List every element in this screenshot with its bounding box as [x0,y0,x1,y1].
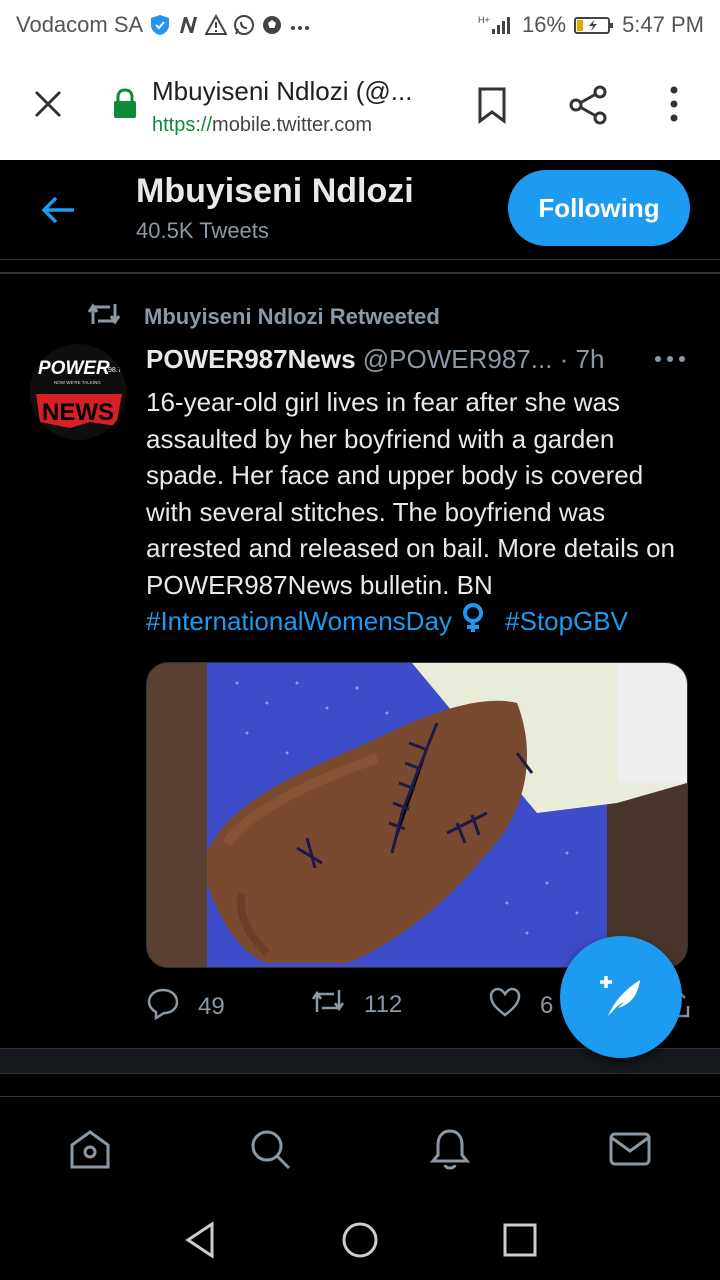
female-symbol-icon [462,603,484,643]
retweet-action[interactable]: 112 [310,986,402,1023]
logo-frequency: 98.7 [108,367,122,374]
page-title: Mbuyiseni Ndlozi (@... [152,76,413,106]
more-options-icon[interactable] [654,352,686,364]
lock-icon[interactable] [112,88,138,120]
retweeted-by-label: Mbuyiseni Ndlozi Retweeted [144,304,440,329]
url-scheme: https:// [152,114,213,136]
tweet-text: 16-year-old girl lives in fear after she… [146,384,696,643]
network-type-label: H+ [478,15,490,25]
recents-square-icon[interactable] [500,1220,540,1260]
reply-action[interactable]: 49 [146,986,225,1027]
retweet-icon [310,986,346,1023]
profile-name: Mbuyiseni Ndlozi [136,172,414,210]
retweet-count: 112 [364,990,403,1018]
back-triangle-icon[interactable] [182,1220,222,1260]
power987news-logo-icon: POWER 98.7 NOW WE'RE TALKING NEWS [30,344,126,440]
hashtag-international-womens-day[interactable]: #InternationalWomensDay [146,606,452,636]
reply-icon [146,986,180,1027]
system-navigation [0,1198,720,1280]
more-dots-icon [289,14,311,36]
status-bar: Vodacom SA H+ 16% 5:47 PM [0,0,720,50]
status-right: H+ 16% 5:47 PM [478,12,704,38]
clock: 5:47 PM [622,12,704,37]
avatar[interactable]: POWER 98.7 NOW WE'RE TALKING NEWS [30,344,126,440]
close-icon[interactable] [30,86,66,122]
bookmark-icon[interactable] [476,86,508,124]
logo-power: POWER [38,358,110,379]
warning-icon [205,14,228,36]
signal-icon: H+ [478,14,514,36]
url-display[interactable]: https://mobile.twitter.com [152,114,372,137]
compose-feather-icon [594,968,648,1027]
heart-icon [488,986,522,1025]
search-icon[interactable] [248,1127,292,1171]
carrier-name: Vodacom SA [16,12,144,37]
home-circle-icon[interactable] [340,1220,380,1260]
share-icon[interactable] [568,84,608,126]
tweet-body: 16-year-old girl lives in fear after she… [146,387,675,600]
shield-icon [149,14,171,36]
browser-toolbar: Mbuyiseni Ndlozi (@... https://mobile.tw… [0,50,720,160]
like-count: 6 [540,991,554,1019]
hashtag-stop-gbv[interactable]: #StopGBV [505,606,628,636]
profile-header: Mbuyiseni Ndlozi 40.5K Tweets Following [0,160,720,260]
notifications-icon[interactable] [428,1127,472,1171]
tweet-image[interactable] [146,662,688,968]
retweet-context[interactable]: Mbuyiseni Ndlozi Retweeted [86,300,440,334]
back-arrow-icon[interactable] [38,192,78,228]
tweet-time[interactable]: · 7h [560,344,605,374]
retweet-icon [86,300,122,334]
like-action[interactable]: 6 [488,986,553,1025]
tweet-count: 40.5K Tweets [136,218,269,243]
tweet-handle[interactable]: @POWER987... [363,344,553,374]
reply-count: 49 [198,992,225,1020]
soccer-icon [261,14,283,36]
tweet-header: POWER987News @POWER987... · 7h [146,344,696,375]
battery-percent: 16% [522,12,567,37]
bottom-navigation [0,1096,720,1198]
divider [0,272,720,274]
logo-tagline: NOW WE'RE TALKING [54,380,101,385]
home-icon[interactable] [68,1127,112,1171]
following-button[interactable]: Following [508,170,690,246]
compose-tweet-button[interactable] [560,936,682,1058]
tweet-author[interactable]: POWER987News [146,344,356,374]
nfc-n-icon [177,14,199,36]
whatsapp-icon [233,14,255,36]
url-host: mobile.twitter.com [212,114,373,136]
status-left: Vodacom SA [16,12,311,38]
messages-icon[interactable] [608,1127,652,1171]
logo-news: NEWS [42,399,114,426]
battery-icon [574,14,614,36]
overflow-menu-icon[interactable] [664,84,684,124]
